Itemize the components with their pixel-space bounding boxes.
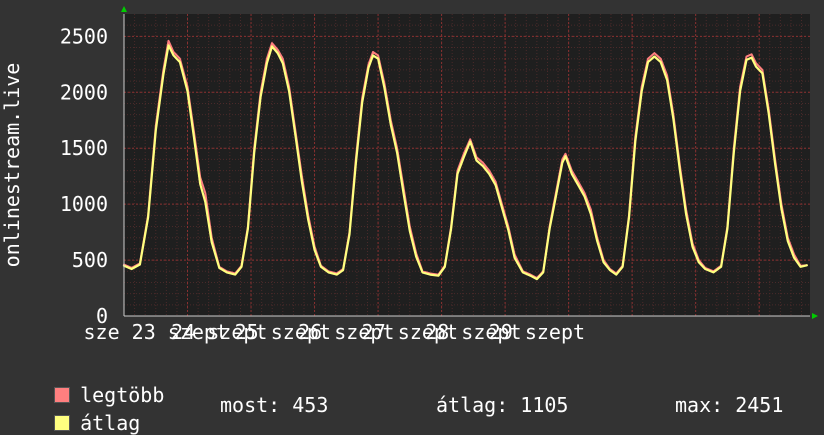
y-tick-label: 1000 <box>60 192 108 216</box>
stat-max: max: 2451 <box>675 393 784 417</box>
stat-most: most: 453 <box>220 393 329 417</box>
stat-atlag: átlag: 1105 <box>436 393 569 417</box>
x-axis-arrow <box>812 313 818 319</box>
legend-label: átlag <box>80 411 141 435</box>
y-tick-label: 2000 <box>60 80 108 104</box>
y-tick-label: 1500 <box>60 136 108 160</box>
y-axis-arrow <box>121 6 127 12</box>
atlag-swatch <box>54 415 71 431</box>
y-tick-label: 2500 <box>60 24 108 48</box>
y-tick-label: 500 <box>72 248 108 272</box>
y-axis-label: onlinestream.live <box>0 63 24 268</box>
x-tick-label: 29 szept <box>489 320 585 344</box>
legend-item-atlag: átlag <box>30 393 140 433</box>
